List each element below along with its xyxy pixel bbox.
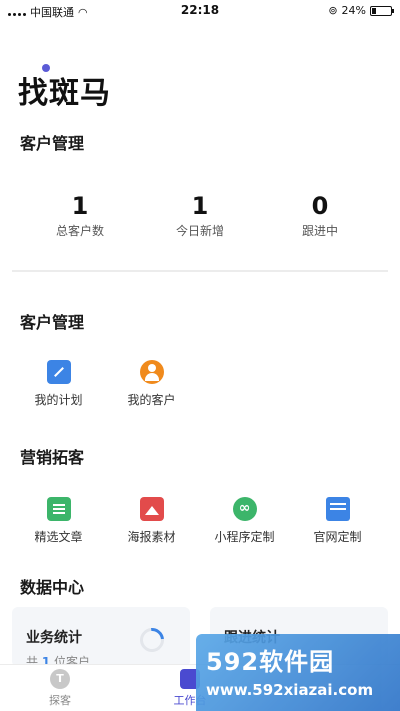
website-icon (325, 497, 350, 521)
stat-total-customers[interactable]: 1 总客户数 (20, 192, 140, 239)
article-icon (46, 497, 71, 521)
stat-value: 1 (71, 192, 89, 220)
my-plan-label: 我的计划 (34, 393, 83, 407)
watermark: 592软件园 www.592xiazai.com (196, 634, 400, 711)
stat-label: 跟进中 (301, 224, 338, 238)
customer-grid: 我的计划 我的客户 (0, 360, 400, 408)
tab-label: 探客 (49, 694, 71, 707)
mini-program-button[interactable]: 小程序定制 (198, 497, 291, 545)
explore-icon: T (50, 669, 70, 689)
stat-label: 今日新增 (175, 224, 224, 238)
app-logo: 找斑马 (18, 76, 111, 111)
watermark-url: www.592xiazai.com (206, 681, 374, 699)
stat-new-today[interactable]: 1 今日新增 (140, 192, 260, 239)
mini-program-label: 小程序定制 (214, 530, 275, 544)
poster-icon (139, 497, 164, 521)
featured-articles-button[interactable]: 精选文章 (12, 497, 105, 545)
customer-section-title: 客户管理 (20, 313, 85, 332)
my-customers-button[interactable]: 我的客户 (105, 360, 198, 408)
poster-materials-button[interactable]: 海报素材 (105, 497, 198, 545)
rotation-lock-icon: ⊚ (328, 4, 338, 17)
website-custom-button[interactable]: 官网定制 (291, 497, 384, 545)
my-customers-label: 我的客户 (127, 393, 176, 407)
section-divider (12, 270, 388, 272)
stat-label: 总客户数 (55, 224, 104, 238)
stat-value: 1 (191, 192, 209, 220)
marketing-section-title: 营销拓客 (20, 448, 85, 467)
poster-materials-label: 海报素材 (127, 530, 176, 544)
customer-icon (139, 360, 164, 384)
business-stats-card[interactable]: 业务统计 共 1 位客户 (12, 607, 190, 669)
tab-explore[interactable]: T 探客 (0, 665, 120, 711)
data-section-title: 数据中心 (20, 578, 85, 597)
website-custom-label: 官网定制 (313, 530, 362, 544)
mini-program-icon (232, 497, 257, 521)
watermark-brand: 592软件园 (206, 648, 335, 676)
battery-icon (370, 5, 394, 16)
logo-dot-icon (42, 64, 50, 72)
overview-title: 客户管理 (20, 134, 85, 153)
my-plan-button[interactable]: 我的计划 (12, 360, 105, 408)
plan-icon (46, 360, 71, 384)
stat-value: 0 (311, 192, 329, 220)
marketing-grid: 精选文章 海报素材 小程序定制 官网定制 (0, 497, 400, 545)
status-bar: 中国联通 ◠ 22:18 ⊚ 24% (0, 0, 400, 22)
stat-following[interactable]: 0 跟进中 (260, 192, 380, 239)
battery-percent: 24% (341, 4, 366, 17)
featured-articles-label: 精选文章 (34, 530, 83, 544)
stats-row: 1 总客户数 1 今日新增 0 跟进中 (20, 192, 380, 239)
status-right: ⊚ 24% (328, 4, 394, 17)
